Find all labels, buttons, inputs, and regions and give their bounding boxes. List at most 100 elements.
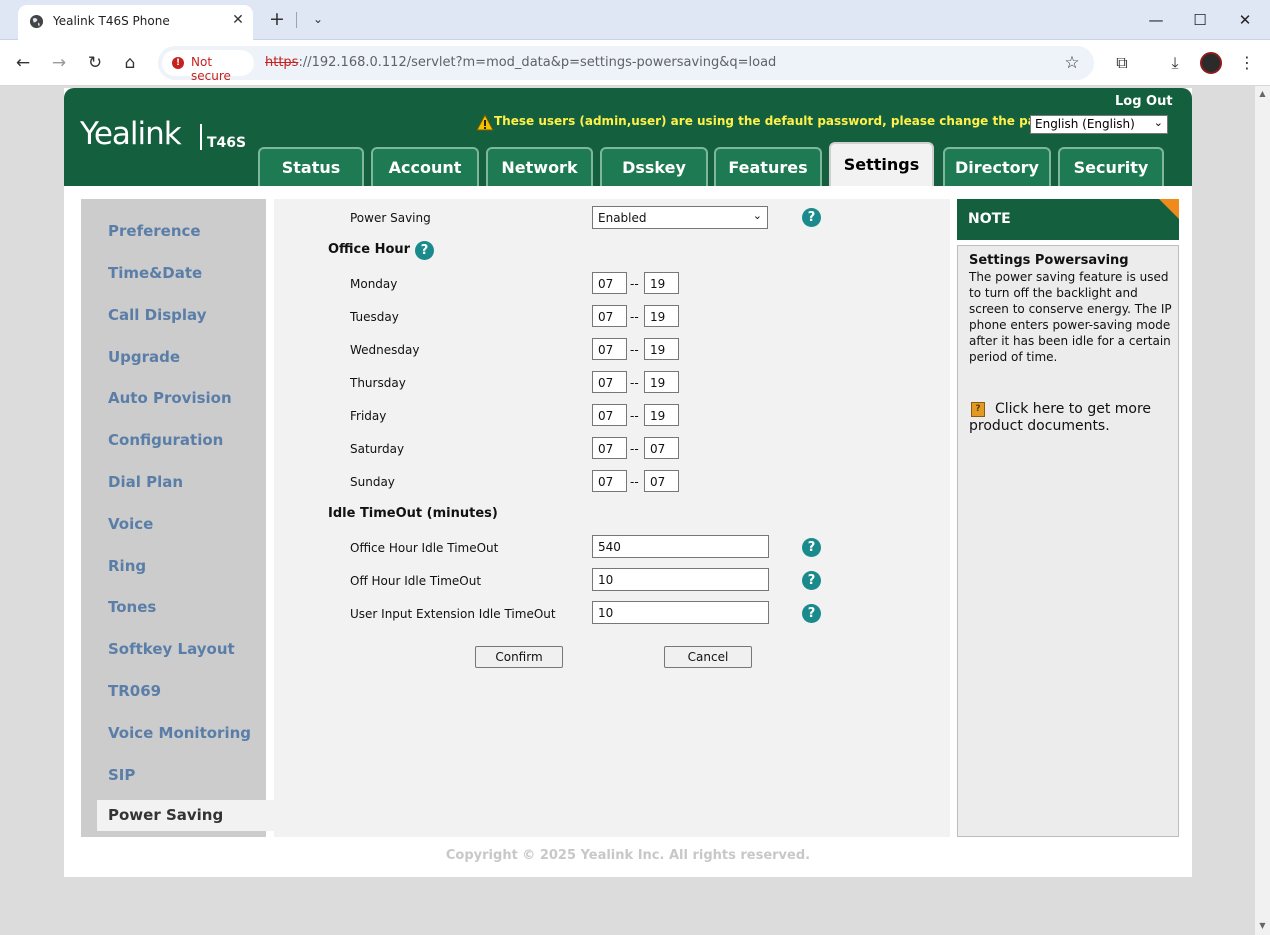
sidebar-item-voice-monitoring[interactable]: Voice Monitoring	[108, 724, 251, 742]
sunday-end-input[interactable]: 07	[644, 470, 679, 492]
tab-status[interactable]: Status	[258, 147, 364, 186]
range-dash: --	[630, 442, 639, 456]
day-label-monday: Monday	[350, 277, 398, 291]
help-icon[interactable]: ?	[802, 604, 821, 623]
tab-network[interactable]: Network	[486, 147, 593, 186]
note-panel: Settings Powersaving The power saving fe…	[957, 245, 1179, 837]
logout-link[interactable]: Log Out	[1115, 94, 1173, 109]
browser-tab[interactable]: Yealink T46S Phone ✕	[18, 5, 253, 40]
note-text: The power saving feature is used to turn…	[969, 270, 1172, 364]
power-saving-form: Power Saving Enabled ⌄ ? Office Hour ? M…	[274, 199, 950, 837]
minimize-icon[interactable]: —	[1144, 8, 1168, 32]
tab-account[interactable]: Account	[371, 147, 479, 186]
security-label: Not secure	[191, 55, 231, 83]
url-text[interactable]: https://192.168.0.112/servlet?m=mod_data…	[265, 55, 776, 70]
range-dash: --	[630, 277, 639, 291]
extensions-icon[interactable]: ⧉	[1110, 51, 1134, 75]
sidebar-item-upgrade[interactable]: Upgrade	[108, 348, 180, 366]
friday-end-input[interactable]: 19	[644, 404, 679, 426]
sidebar-item-preference[interactable]: Preference	[108, 222, 201, 240]
reload-icon[interactable]: ↻	[83, 51, 107, 75]
input-idle-input[interactable]: 10	[592, 601, 769, 624]
chevron-down-icon: ⌄	[1153, 116, 1163, 129]
sidebar-item-sip[interactable]: SIP	[108, 766, 135, 784]
note-header: NOTE	[957, 199, 1179, 240]
wednesday-end-input[interactable]: 19	[644, 338, 679, 360]
address-bar[interactable]: ! Not secure https://192.168.0.112/servl…	[158, 46, 1094, 83]
forward-icon[interactable]: →	[47, 51, 71, 75]
power-saving-label: Power Saving	[350, 211, 431, 225]
confirm-button[interactable]: Confirm	[475, 646, 563, 668]
day-label-tuesday: Tuesday	[350, 310, 399, 324]
warning-icon: !	[172, 57, 184, 69]
window-close-icon[interactable]: ✕	[1233, 8, 1257, 32]
sidebar-item-power-saving[interactable]: Power Saving	[97, 800, 275, 831]
range-dash: --	[630, 310, 639, 324]
sidebar-item-voice[interactable]: Voice	[108, 515, 153, 533]
close-icon[interactable]: ✕	[229, 11, 247, 29]
saturday-start-input[interactable]: 07	[592, 437, 627, 459]
tab-search-button[interactable]: ⌄	[308, 9, 328, 29]
help-icon[interactable]: ?	[415, 241, 434, 260]
wednesday-start-input[interactable]: 07	[592, 338, 627, 360]
sidebar-item-tones[interactable]: Tones	[108, 598, 156, 616]
tuesday-start-input[interactable]: 07	[592, 305, 627, 327]
page-scrollbar[interactable]: ▲ ▼	[1255, 86, 1270, 935]
scroll-down-icon[interactable]: ▼	[1258, 921, 1267, 930]
help-icon[interactable]: ?	[802, 208, 821, 227]
sidebar-item-auto-provision[interactable]: Auto Provision	[108, 389, 232, 407]
tuesday-end-input[interactable]: 19	[644, 305, 679, 327]
sidebar-item-dial-plan[interactable]: Dial Plan	[108, 473, 183, 491]
tab-separator	[296, 12, 297, 28]
maximize-icon[interactable]: ☐	[1188, 8, 1212, 32]
sidebar-item-tr069[interactable]: TR069	[108, 682, 161, 700]
tab-settings[interactable]: Settings	[829, 142, 934, 186]
range-dash: --	[630, 343, 639, 357]
download-icon[interactable]: ⤓	[1163, 51, 1187, 75]
sidebar-item-softkey-layout[interactable]: Softkey Layout	[108, 640, 235, 658]
tab-security[interactable]: Security	[1058, 147, 1164, 186]
product-documents-link[interactable]: Click here to get more product documents…	[969, 401, 1174, 435]
monday-end-input[interactable]: 19	[644, 272, 679, 294]
help-icon[interactable]: ?	[802, 571, 821, 590]
tab-title: Yealink T46S Phone	[53, 14, 170, 28]
back-icon[interactable]: ←	[11, 51, 35, 75]
menu-icon[interactable]: ⋮	[1235, 51, 1259, 75]
off-idle-input[interactable]: 10	[592, 568, 769, 591]
url-path: ://192.168.0.112/servlet?m=mod_data&p=se…	[298, 55, 777, 70]
new-tab-button[interactable]: +	[266, 8, 288, 30]
monday-start-input[interactable]: 07	[592, 272, 627, 294]
default-password-warning: These users (admin,user) are using the d…	[494, 114, 1090, 128]
tab-dsskey[interactable]: Dsskey	[600, 147, 708, 186]
sidebar-item-time-date[interactable]: Time&Date	[108, 264, 202, 282]
language-select[interactable]: English (English) ⌄	[1030, 115, 1168, 134]
sidebar-item-label: Power Saving	[108, 806, 224, 824]
thursday-start-input[interactable]: 07	[592, 371, 627, 393]
phone-web-ui: Yealink T46S Log Out These users (admin,…	[64, 88, 1192, 877]
friday-start-input[interactable]: 07	[592, 404, 627, 426]
thursday-end-input[interactable]: 19	[644, 371, 679, 393]
input-idle-label: User Input Extension Idle TimeOut	[350, 607, 556, 621]
saturday-end-input[interactable]: 07	[644, 437, 679, 459]
cancel-button[interactable]: Cancel	[664, 646, 752, 668]
star-icon[interactable]: ☆	[1060, 51, 1084, 75]
scroll-up-icon[interactable]: ▲	[1258, 89, 1267, 98]
sidebar-item-configuration[interactable]: Configuration	[108, 431, 223, 449]
sunday-start-input[interactable]: 07	[592, 470, 627, 492]
idle-timeout-title: Idle TimeOut (minutes)	[328, 506, 498, 521]
tab-features[interactable]: Features	[714, 147, 822, 186]
sidebar-item-call-display[interactable]: Call Display	[108, 306, 206, 324]
header-bar: Yealink T46S Log Out These users (admin,…	[64, 88, 1192, 186]
copyright-footer: Copyright © 2025 Yealink Inc. All rights…	[445, 848, 811, 863]
home-icon[interactable]: ⌂	[118, 51, 142, 75]
day-label-saturday: Saturday	[350, 442, 405, 456]
help-icon[interactable]: ?	[802, 538, 821, 557]
power-saving-select[interactable]: Enabled ⌄	[592, 206, 768, 229]
note-corner-icon	[1159, 199, 1179, 219]
security-chip[interactable]: ! Not secure	[162, 50, 254, 83]
office-idle-input[interactable]: 540	[592, 535, 769, 558]
sidebar-item-ring[interactable]: Ring	[108, 557, 146, 575]
url-scheme: https	[265, 55, 299, 70]
avatar[interactable]	[1200, 52, 1222, 74]
tab-directory[interactable]: Directory	[943, 147, 1051, 186]
